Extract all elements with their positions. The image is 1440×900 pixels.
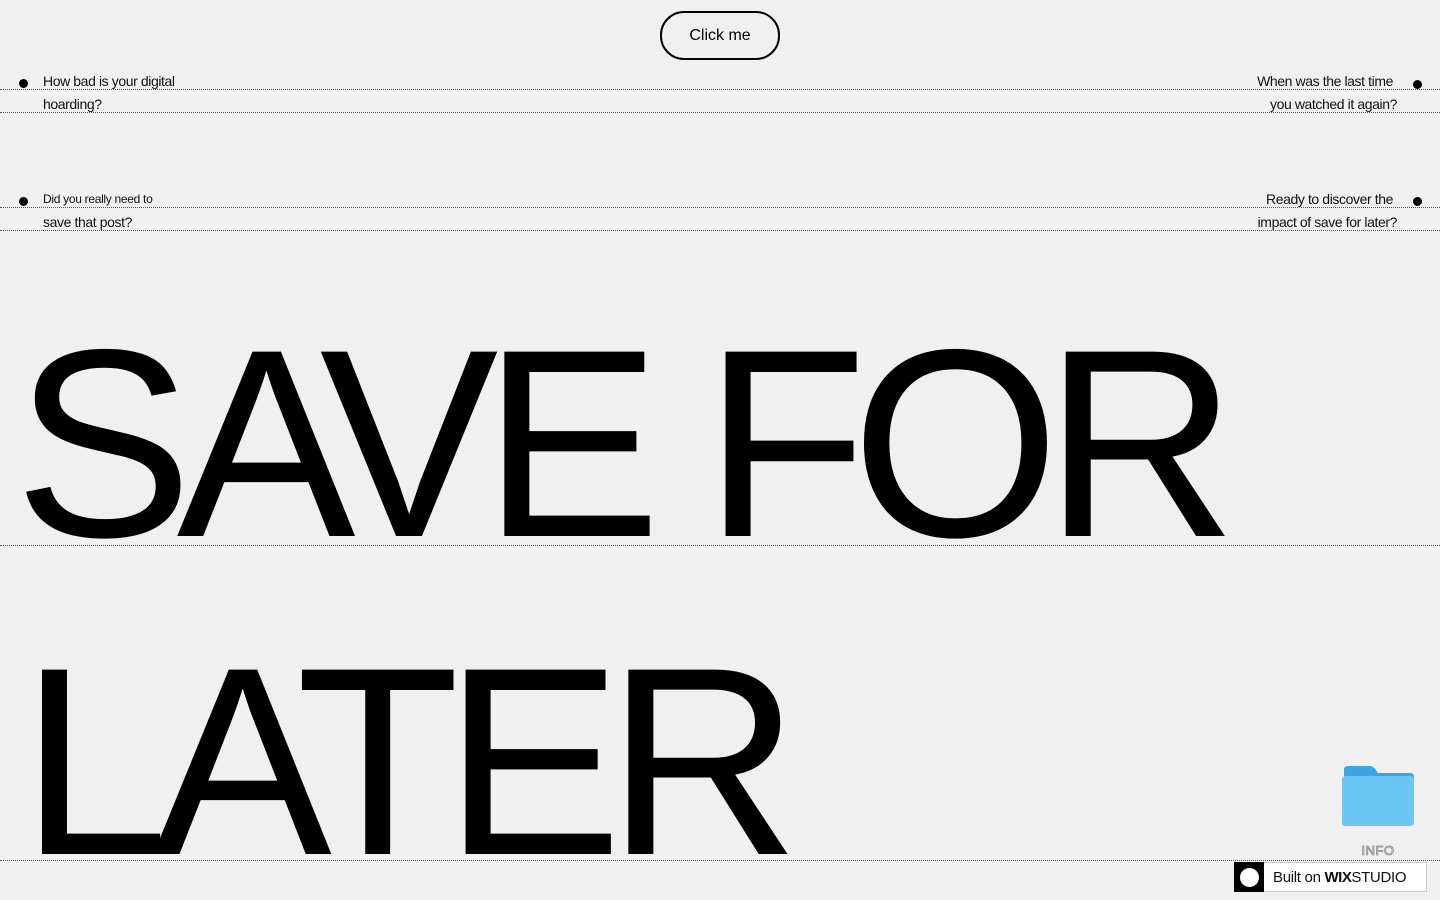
bullet-icon: [1413, 197, 1422, 206]
headline-line-2: LATER: [20, 611, 800, 900]
divider-line: [0, 89, 1440, 90]
folder-icon[interactable]: [1340, 764, 1416, 830]
wix-logo-icon: [1234, 862, 1264, 892]
wix-badge-suffix: STUDIO: [1351, 868, 1407, 886]
divider-line: [0, 207, 1440, 208]
divider-line: [0, 112, 1440, 113]
divider-line: [0, 230, 1440, 231]
bullet-icon: [19, 79, 28, 88]
question-line: hoarding?: [43, 96, 102, 112]
question-discover-impact: Ready to discover the impact of save for…: [1257, 188, 1398, 234]
bullet-icon: [19, 197, 28, 206]
bullet-icon: [1413, 80, 1422, 89]
question-line: you watched it again?: [1269, 96, 1397, 112]
wix-badge-prefix: Built on: [1273, 868, 1321, 886]
page: Click me How bad is your digital hoardin…: [0, 0, 1440, 900]
folder-label[interactable]: INFO: [1340, 843, 1416, 859]
question-last-watched: When was the last time you watched it ag…: [1257, 70, 1397, 116]
built-on-wix-badge[interactable]: Built on WIXSTUDIO: [1234, 862, 1427, 892]
question-save-post: Did you really need to save that post?: [43, 188, 153, 234]
click-me-button[interactable]: Click me: [660, 11, 780, 60]
question-line: When was the last time: [1257, 73, 1393, 89]
wix-badge-text: Built on WIXSTUDIO: [1273, 868, 1407, 886]
question-line: Ready to discover the: [1265, 191, 1393, 207]
question-digital-hoarding: How bad is your digital hoarding?: [43, 70, 175, 116]
question-line: Did you really need to: [43, 192, 153, 206]
question-line: save that post?: [43, 214, 132, 230]
question-line: How bad is your digital: [43, 73, 175, 89]
wix-badge-brand: WIX: [1324, 868, 1352, 886]
question-line: impact of save for later?: [1257, 214, 1398, 230]
headline-line-1: SAVE FOR: [14, 293, 1237, 593]
